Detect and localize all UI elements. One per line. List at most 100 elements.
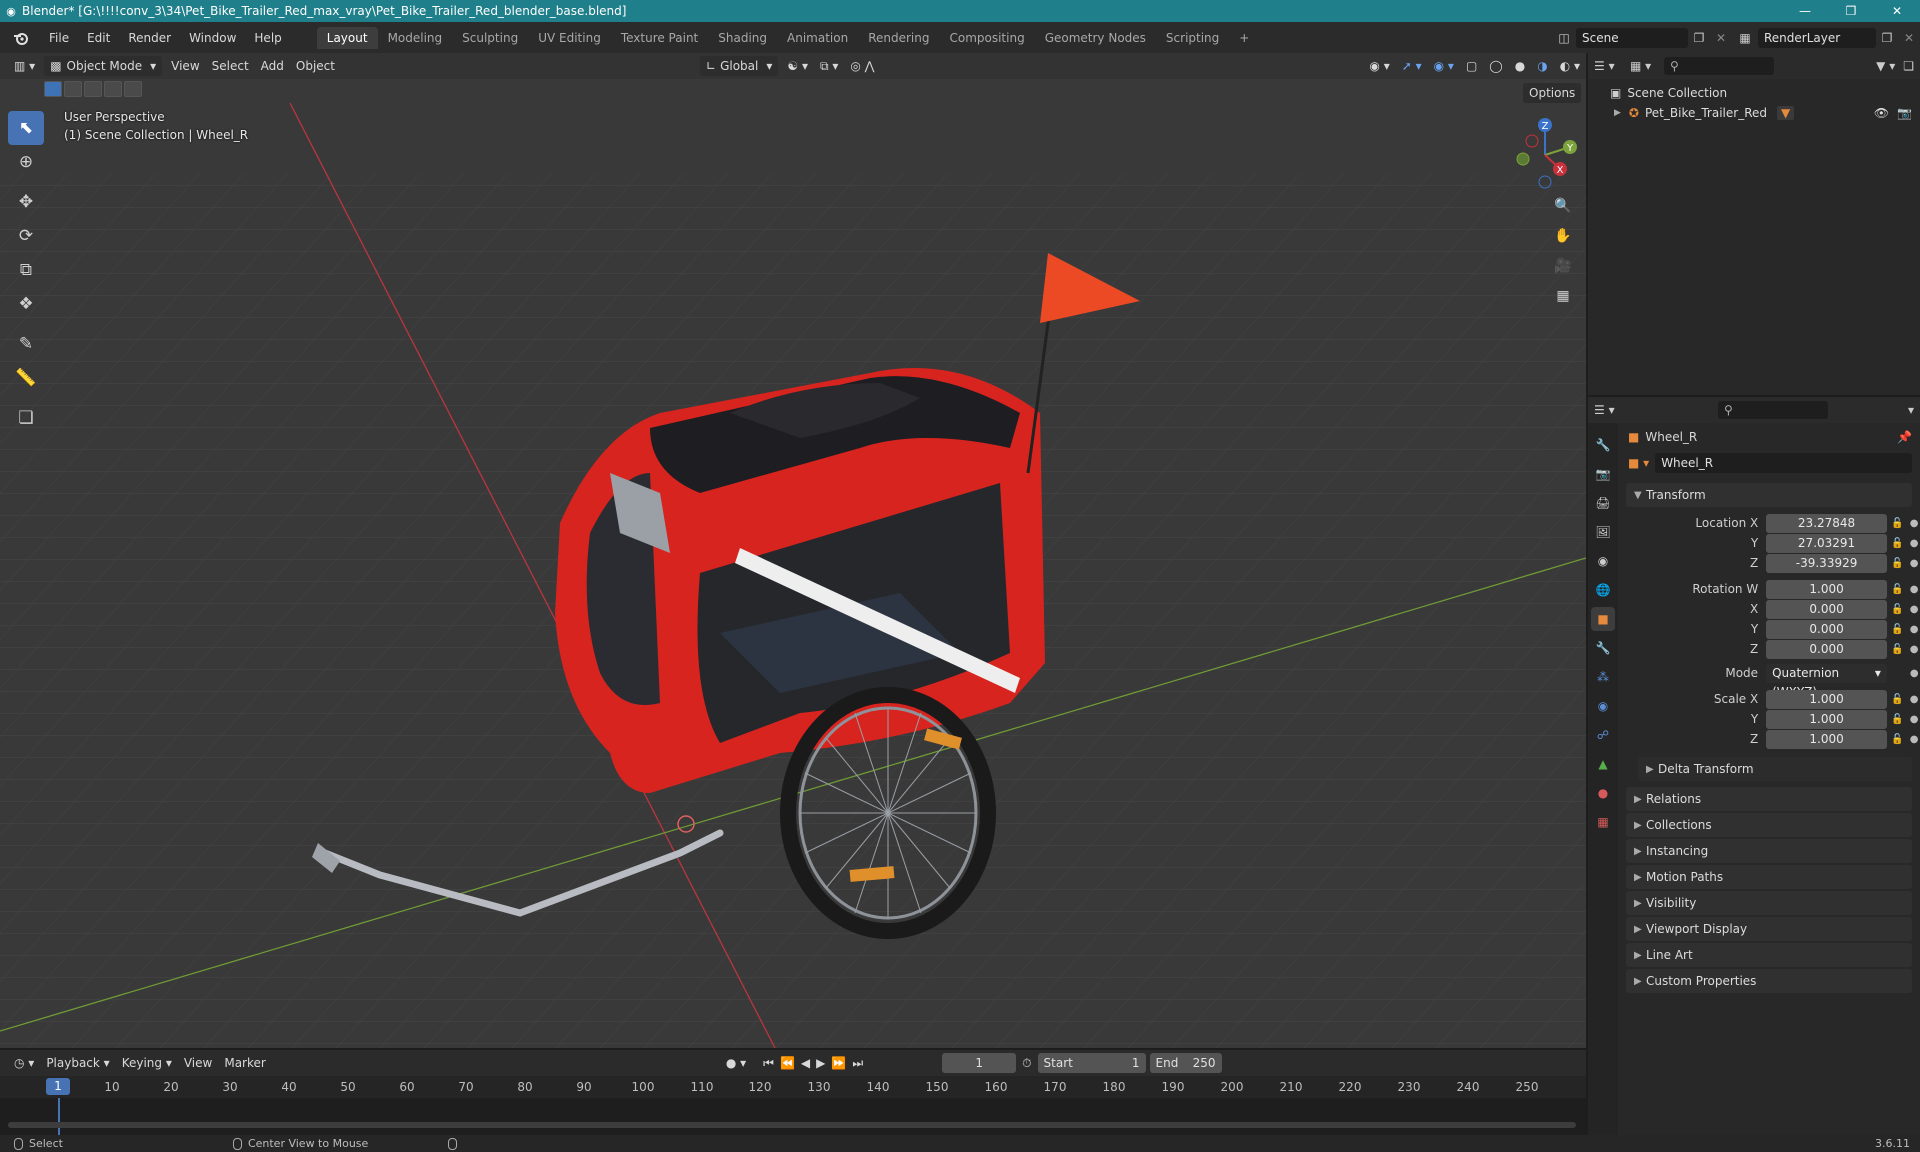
gizmo-neg-x-handle[interactable] bbox=[1525, 134, 1539, 148]
maximize-button[interactable]: ❒ bbox=[1828, 0, 1874, 22]
tab-animation[interactable]: Animation bbox=[777, 27, 858, 49]
wireframe-shading-icon[interactable]: ◯ bbox=[1483, 56, 1508, 76]
object-mode-dropdown[interactable]: ▩ Object Mode ▾ bbox=[44, 56, 163, 76]
keyframe-dot-icon[interactable]: ● bbox=[1908, 538, 1920, 549]
menu-window[interactable]: Window bbox=[180, 31, 245, 45]
menu-keying[interactable]: Keying ▾ bbox=[116, 1053, 178, 1073]
outliner-editor-type-icon[interactable]: ☰ ▾ bbox=[1594, 59, 1622, 73]
menu-help[interactable]: Help bbox=[245, 31, 290, 45]
rotation-x-field[interactable]: 0.000 bbox=[1766, 599, 1887, 619]
new-scene-icon[interactable]: ❐ bbox=[1688, 31, 1710, 45]
scene-name-field[interactable]: Scene bbox=[1576, 27, 1688, 48]
lock-icon[interactable]: 🔓 bbox=[1887, 644, 1908, 655]
gizmo-neg-z-handle[interactable] bbox=[1538, 175, 1552, 189]
custom-properties-panel-header[interactable]: ▶ Custom Properties bbox=[1626, 969, 1912, 993]
new-collection-icon[interactable]: ❏ bbox=[1903, 59, 1914, 73]
visibility-icon[interactable]: ◉ ▾ bbox=[1363, 56, 1395, 76]
output-tab-icon[interactable]: 🖨 bbox=[1591, 491, 1615, 515]
xray-icon[interactable]: ▢ bbox=[1460, 56, 1483, 76]
menu-edit[interactable]: Edit bbox=[78, 31, 119, 45]
transform-orientation-dropdown[interactable]: ∟ Global ▾ bbox=[700, 56, 779, 76]
pan-hand-icon[interactable]: ✋ bbox=[1550, 223, 1576, 249]
rotation-z-field[interactable]: 0.000 bbox=[1766, 639, 1887, 659]
tab-texture-paint[interactable]: Texture Paint bbox=[611, 27, 708, 49]
select-intersect-icon[interactable] bbox=[124, 81, 142, 97]
outliner-scene-collection[interactable]: ▣ Scene Collection bbox=[1588, 83, 1920, 103]
viewport-display-panel-header[interactable]: ▶ Viewport Display bbox=[1626, 917, 1912, 941]
properties-search-input[interactable]: ⚲ bbox=[1718, 401, 1828, 419]
jump-keyframe-forward-icon[interactable]: ⏩ bbox=[828, 1053, 849, 1073]
lock-icon[interactable]: 🔓 bbox=[1887, 518, 1908, 529]
rendered-shading-icon[interactable]: ◐ ▾ bbox=[1554, 56, 1586, 76]
transform-panel-header[interactable]: ▼ Transform bbox=[1626, 483, 1912, 507]
tab-compositing[interactable]: Compositing bbox=[939, 27, 1034, 49]
navigation-gizmo[interactable]: Z Y X bbox=[1490, 113, 1586, 198]
tab-modeling[interactable]: Modeling bbox=[378, 27, 453, 49]
options-button[interactable]: Options bbox=[1520, 83, 1584, 103]
scale-tool-icon[interactable]: ⧉ bbox=[8, 253, 44, 287]
world-tab-icon[interactable]: 🌐 bbox=[1591, 578, 1615, 602]
instancing-panel-header[interactable]: ▶ Instancing bbox=[1626, 839, 1912, 863]
camera-render-icon[interactable]: 📷 bbox=[1897, 106, 1912, 120]
zoom-icon[interactable]: 🔍 bbox=[1550, 193, 1576, 219]
keyframe-dot-icon[interactable]: ● bbox=[1908, 734, 1920, 745]
outliner-item-pet-bike-trailer[interactable]: ▶ ✪ Pet_Bike_Trailer_Red ▼ 👁 📷 bbox=[1588, 103, 1920, 123]
keyframe-dot-icon[interactable]: ● bbox=[1908, 624, 1920, 635]
lock-icon[interactable]: 🔓 bbox=[1887, 694, 1908, 705]
close-button[interactable]: ✕ bbox=[1874, 0, 1920, 22]
scale-z-field[interactable]: 1.000 bbox=[1766, 729, 1887, 749]
keyframe-dot-icon[interactable]: ● bbox=[1908, 644, 1920, 655]
playhead-frame-badge[interactable]: 1 bbox=[46, 1078, 70, 1095]
view-layer-field[interactable]: RenderLayer bbox=[1758, 27, 1876, 48]
auto-keying-icon[interactable]: ● ▾ bbox=[720, 1053, 752, 1073]
proportional-editing-icon[interactable]: ◎ ⋀ bbox=[844, 56, 880, 76]
timeline-ruler[interactable]: 1 10 20 30 40 50 60 70 80 90 100 110 120… bbox=[0, 1076, 1586, 1098]
properties-editor-type-icon[interactable]: ☰ ▾ bbox=[1594, 403, 1622, 417]
jump-start-icon[interactable]: ⏮ bbox=[760, 1053, 777, 1073]
lock-icon[interactable]: 🔓 bbox=[1887, 734, 1908, 745]
scale-x-field[interactable]: 1.000 bbox=[1766, 689, 1887, 709]
lock-icon[interactable]: 🔓 bbox=[1887, 584, 1908, 595]
tab-scripting[interactable]: Scripting bbox=[1156, 27, 1229, 49]
add-workspace-button[interactable]: + bbox=[1229, 27, 1259, 49]
properties-options-icon[interactable]: ▾ bbox=[1908, 403, 1914, 417]
select-subtract-icon[interactable] bbox=[84, 81, 102, 97]
expand-arrow-icon[interactable]: ▶ bbox=[1614, 108, 1621, 118]
solid-shading-icon[interactable]: ● bbox=[1509, 56, 1531, 76]
rotation-w-field[interactable]: 1.000 bbox=[1766, 579, 1887, 599]
scene-tab-icon[interactable]: ◉ bbox=[1591, 549, 1615, 573]
timeline-editor-type-icon[interactable]: ◷ ▾ bbox=[8, 1053, 40, 1073]
measure-tool-icon[interactable]: 📏 bbox=[8, 361, 44, 395]
display-mode-icon[interactable]: ▦ ▾ bbox=[1630, 59, 1656, 73]
location-z-field[interactable]: -39.33929 bbox=[1766, 553, 1887, 573]
select-box-tool-icon[interactable]: ⬉ bbox=[8, 111, 44, 145]
playhead-line[interactable] bbox=[58, 1098, 60, 1135]
material-tab-icon[interactable]: ● bbox=[1591, 781, 1615, 805]
current-frame-field[interactable]: 1 bbox=[942, 1053, 1017, 1073]
editor-type-button[interactable]: ▥ ▾ bbox=[8, 56, 41, 76]
overlays-icon[interactable]: ◉ ▾ bbox=[1428, 56, 1460, 76]
play-icon[interactable]: ▶ bbox=[813, 1053, 828, 1073]
material-preview-icon[interactable]: ◑ bbox=[1531, 56, 1553, 76]
transform-tool-icon[interactable]: ❖ bbox=[8, 287, 44, 321]
lock-icon[interactable]: 🔓 bbox=[1887, 624, 1908, 635]
gizmo-neg-y-handle[interactable] bbox=[1516, 152, 1530, 166]
select-new-icon[interactable] bbox=[44, 81, 62, 97]
keyframe-dot-icon[interactable]: ● bbox=[1908, 714, 1920, 725]
object-name-field[interactable]: Wheel_R bbox=[1655, 453, 1912, 473]
selection-mode-buttons[interactable] bbox=[44, 81, 142, 97]
object-tab-icon[interactable]: ■ bbox=[1591, 607, 1615, 631]
add-cube-tool-icon[interactable]: ❏ bbox=[8, 401, 44, 435]
menu-marker[interactable]: Marker bbox=[218, 1053, 271, 1073]
menu-select[interactable]: Select bbox=[206, 56, 255, 76]
menu-add[interactable]: Add bbox=[255, 56, 290, 76]
gizmo-toggle-icon[interactable]: ➚ ▾ bbox=[1396, 56, 1428, 76]
scale-y-field[interactable]: 1.000 bbox=[1766, 709, 1887, 729]
eye-visibility-icon[interactable]: 👁 bbox=[1874, 106, 1889, 120]
line-art-panel-header[interactable]: ▶ Line Art bbox=[1626, 943, 1912, 967]
menu-view[interactable]: View bbox=[165, 56, 205, 76]
select-invert-icon[interactable] bbox=[104, 81, 122, 97]
location-y-field[interactable]: 27.03291 bbox=[1766, 533, 1887, 553]
tab-shading[interactable]: Shading bbox=[708, 27, 777, 49]
menu-timeline-view[interactable]: View bbox=[178, 1053, 218, 1073]
